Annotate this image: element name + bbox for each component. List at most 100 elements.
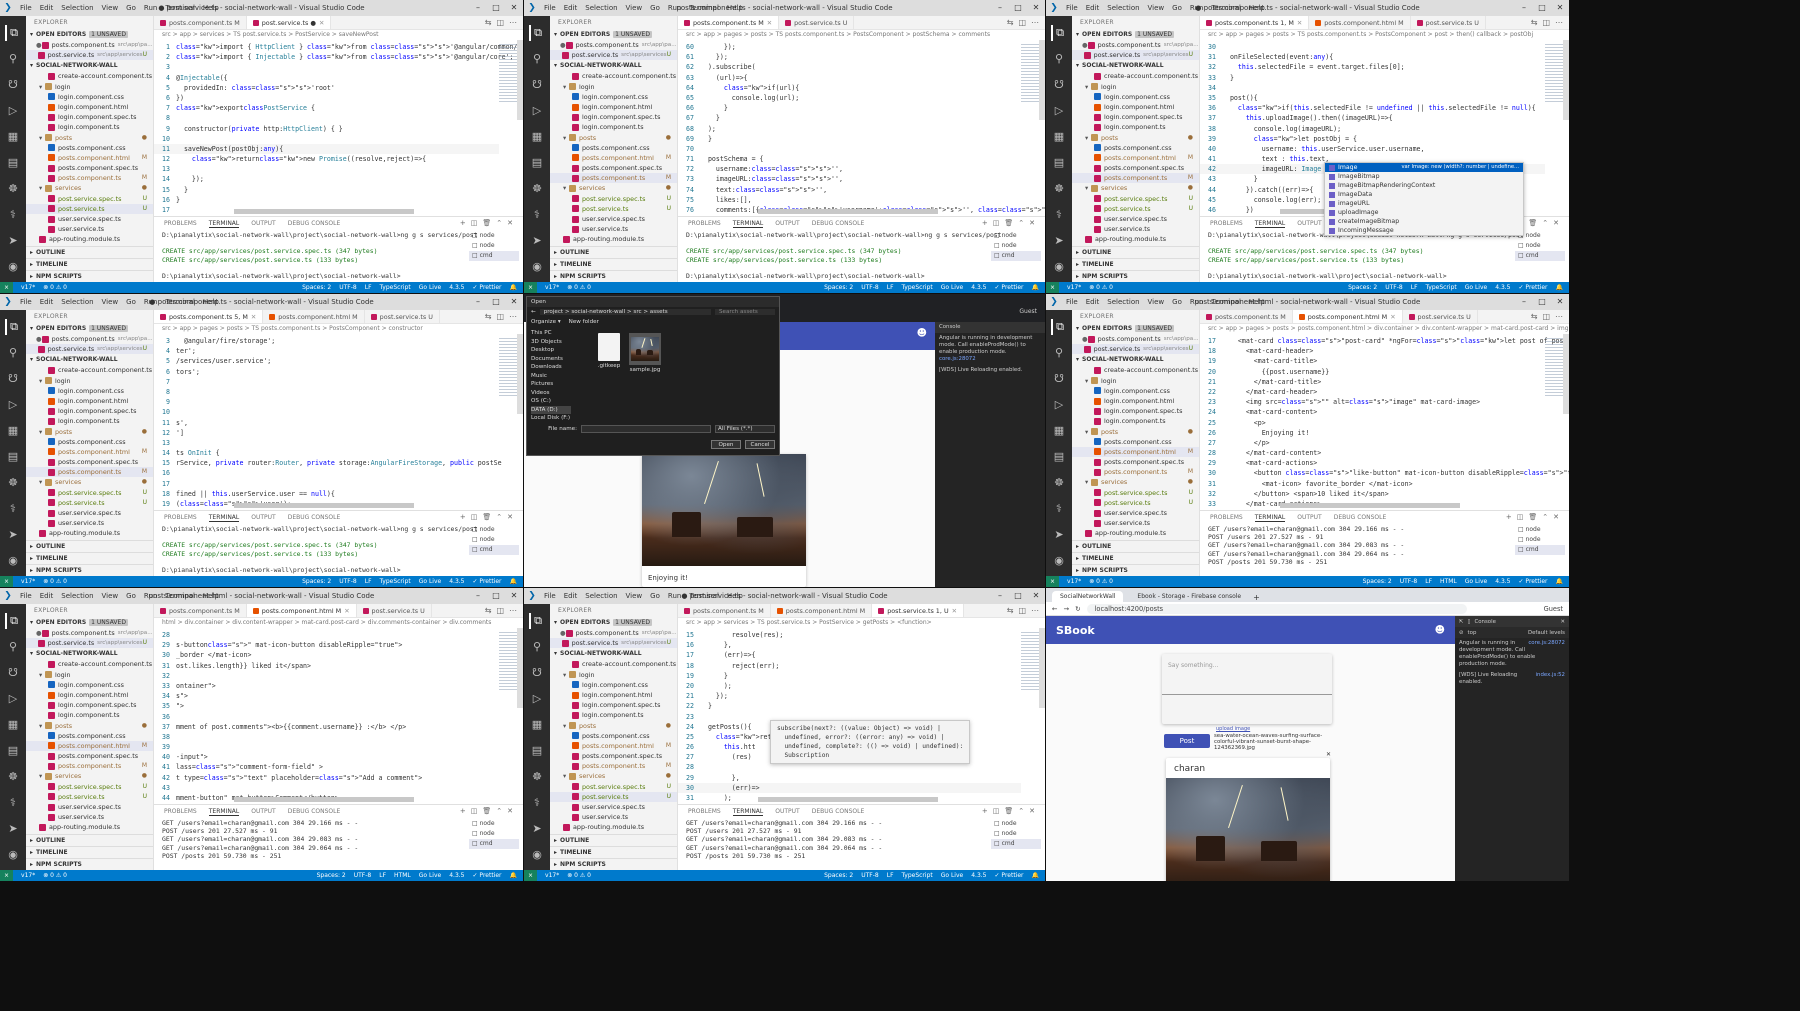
- file-item[interactable]: user.service.spec.ts: [26, 508, 153, 518]
- file-item[interactable]: user.service.ts: [26, 224, 153, 234]
- close-panel-icon[interactable]: ✕: [507, 513, 513, 521]
- console-tab[interactable]: Console: [939, 324, 960, 330]
- file-item[interactable]: posts.component.ts M: [1072, 173, 1199, 184]
- file-item[interactable]: user.service.spec.ts: [26, 802, 153, 812]
- menu-run[interactable]: Run: [664, 592, 685, 600]
- debug-icon[interactable]: ▷: [5, 397, 21, 413]
- menu-edit[interactable]: Edit: [560, 4, 582, 12]
- menu-selection[interactable]: Selection: [57, 4, 97, 12]
- close-icon[interactable]: ●: [1082, 40, 1088, 50]
- terminal-instance[interactable]: □ node: [1515, 525, 1565, 535]
- compare-icon[interactable]: ⇆: [485, 18, 492, 27]
- minimize-icon[interactable]: –: [469, 588, 487, 604]
- file-item[interactable]: create-account.component.ts: [1072, 71, 1199, 81]
- folder-item[interactable]: ▾ services ●: [550, 771, 677, 781]
- close-icon[interactable]: ✕: [1027, 588, 1045, 604]
- browser-icon[interactable]: ◉: [529, 259, 545, 275]
- trash-icon[interactable]: 🗑: [1004, 219, 1013, 227]
- menu-terminal[interactable]: Terminal: [685, 592, 723, 600]
- split-editor-icon[interactable]: ◫: [496, 606, 504, 615]
- place-item[interactable]: This PC: [531, 329, 571, 338]
- panel-tab-problems[interactable]: PROBLEMS: [164, 220, 197, 228]
- place-item[interactable]: OS (C:): [531, 397, 571, 406]
- source-control-icon[interactable]: ☋: [529, 77, 545, 93]
- panel-tab-debug-console[interactable]: DEBUG CONSOLE: [288, 808, 341, 816]
- branch[interactable]: v17*: [1067, 284, 1081, 291]
- testing-icon[interactable]: ⚕: [1051, 501, 1067, 517]
- live-share-icon[interactable]: ➤: [5, 233, 21, 249]
- docker-icon[interactable]: ☸: [5, 769, 21, 785]
- file-item[interactable]: login.component.ts: [550, 122, 677, 132]
- close-icon[interactable]: ●: [36, 628, 42, 638]
- files-icon[interactable]: ⧉: [529, 25, 545, 41]
- breadcrumb[interactable]: src > app > services > TS post.service.t…: [154, 30, 523, 40]
- terminal-instance[interactable]: □ node: [469, 231, 519, 241]
- file-item[interactable]: post.service.spec.ts U: [550, 782, 677, 792]
- prettier-status[interactable]: ✓ Prettier: [995, 872, 1024, 879]
- file-item[interactable]: user.service.ts: [1072, 224, 1199, 234]
- file-name-input[interactable]: [581, 425, 711, 433]
- remote-icon[interactable]: ▤: [1051, 155, 1067, 171]
- open-editors-section[interactable]: ▾ OPEN EDITORS 1 UNSAVED: [550, 617, 677, 628]
- testing-icon[interactable]: ⚕: [5, 795, 21, 811]
- terminal-output[interactable]: D:\pianalytix\social-network-wall\projec…: [686, 231, 1002, 280]
- editor-tab[interactable]: posts.component.ts 1, M ✕: [1200, 16, 1310, 29]
- search-icon[interactable]: ⚲: [5, 345, 21, 361]
- menu-run[interactable]: Run: [1186, 4, 1207, 12]
- editor-tab[interactable]: post.service.ts U: [365, 310, 440, 323]
- open-editor-item[interactable]: post.service.ts src\app\services U: [26, 638, 153, 649]
- file-item[interactable]: login.component.ts: [26, 122, 153, 132]
- open-editor-item[interactable]: ●posts.component.tssrc\app\pa...M: [1072, 334, 1199, 344]
- encoding[interactable]: UTF-8: [861, 872, 879, 879]
- menu-view[interactable]: View: [1144, 298, 1169, 306]
- menu-go[interactable]: Go: [646, 592, 664, 600]
- file-item[interactable]: posts.component.html M: [550, 741, 677, 751]
- source-control-icon[interactable]: ☋: [5, 77, 21, 93]
- editor-tab[interactable]: posts.component.ts 5, M ✕: [154, 310, 264, 323]
- open-button[interactable]: Open: [711, 440, 741, 449]
- menu-edit[interactable]: Edit: [36, 592, 58, 600]
- console-source-link[interactable]: core.js:28072: [939, 356, 1041, 363]
- close-icon[interactable]: ✕: [505, 588, 523, 604]
- file-item[interactable]: app-routing.module.ts: [550, 234, 677, 244]
- breadcrumb[interactable]: html > div.container > div.content-wrapp…: [154, 618, 523, 628]
- branch[interactable]: v17*: [21, 872, 35, 879]
- minimize-icon[interactable]: –: [991, 588, 1009, 604]
- file-item[interactable]: posts.component.spec.ts: [550, 751, 677, 761]
- editor-tab[interactable]: posts.component.ts M: [1200, 310, 1293, 323]
- project-section[interactable]: ▾ SOCIAL-NETWORK-WALL: [550, 60, 677, 71]
- menu-run[interactable]: Run: [664, 4, 685, 12]
- panel-tab-problems[interactable]: PROBLEMS: [164, 514, 197, 522]
- outline-section[interactable]: ▸ OUTLINE: [26, 540, 153, 552]
- folder-item[interactable]: ▾ login: [550, 670, 677, 680]
- place-item[interactable]: Desktop: [531, 346, 571, 355]
- terminal-output[interactable]: GET /users?email=charan@gmail.com 304 29…: [686, 819, 987, 860]
- ts-version[interactable]: 4.3.5: [449, 578, 464, 585]
- scrollbar[interactable]: [517, 334, 523, 414]
- context-select[interactable]: top: [1468, 630, 1477, 636]
- docker-icon[interactable]: ☸: [1051, 475, 1067, 491]
- prettier-status[interactable]: ✓ Prettier: [995, 284, 1024, 291]
- maximize-icon[interactable]: □: [1009, 588, 1027, 604]
- chevron-up-icon[interactable]: ⌃: [1542, 513, 1548, 521]
- prettier-status[interactable]: ✓ Prettier: [473, 284, 502, 291]
- menu-selection[interactable]: Selection: [581, 592, 621, 600]
- minimize-icon[interactable]: –: [469, 294, 487, 310]
- file-item[interactable]: create-account.component.ts: [26, 365, 153, 375]
- folder-item[interactable]: ▾ posts ●: [1072, 427, 1199, 437]
- panel-tab-debug-console[interactable]: DEBUG CONSOLE: [812, 220, 865, 228]
- close-panel-icon[interactable]: ✕: [1029, 807, 1035, 815]
- menu-help[interactable]: Help: [723, 4, 747, 12]
- file-type-select[interactable]: All Files (*.*): [715, 425, 775, 433]
- close-icon[interactable]: ✕: [505, 0, 523, 16]
- close-tab-icon[interactable]: ✕: [767, 16, 772, 30]
- open-editor-item[interactable]: post.service.ts src\app\services U: [26, 50, 153, 61]
- files-icon[interactable]: ⧉: [5, 25, 21, 41]
- split-terminal-icon[interactable]: ◫: [993, 219, 1000, 227]
- suggestion-widget[interactable]: Image var Image: new (width?: number | un…: [1324, 162, 1524, 236]
- compare-icon[interactable]: ⇆: [1531, 312, 1538, 321]
- live-share-icon[interactable]: ➤: [529, 233, 545, 249]
- back-icon[interactable]: ←: [531, 309, 536, 315]
- new-tab-icon[interactable]: +: [1253, 593, 1260, 602]
- file-item[interactable]: posts.component.css: [550, 143, 677, 153]
